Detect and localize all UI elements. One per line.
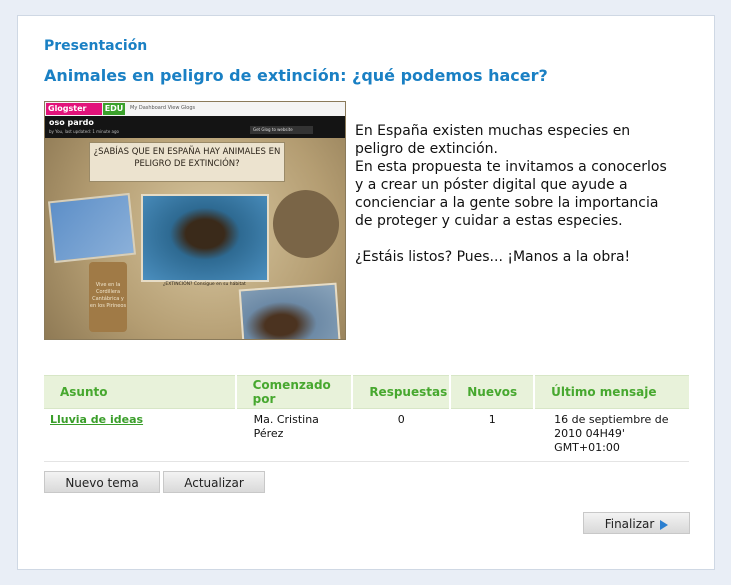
finish-label: Finalizar: [604, 517, 655, 531]
get-glog-button: Get Glog to website: [250, 126, 313, 134]
header-replies[interactable]: Respuestas: [352, 375, 452, 409]
topic-last-message: 16 de septiembre de 2010 04H49' GMT+01:0…: [534, 408, 689, 462]
arrow-right-icon: [660, 519, 669, 530]
description-paragraph-3: ¿Estáis listos? Pues... ¡Manos a la obra…: [355, 249, 631, 265]
header-subject[interactable]: Asunto: [44, 375, 237, 409]
glogster-nav: My Dashboard View Glogs: [130, 105, 196, 111]
glog-byline: by You, last updated: 1 minute ago: [49, 129, 119, 134]
activity-title: Animales en peligro de extinción: ¿qué p…: [44, 66, 548, 85]
description-paragraph-2: En esta propuesta te invitamos a conocer…: [355, 159, 667, 229]
topic-subject-cell: Lluvia de ideas: [44, 408, 236, 462]
description: En España existen muchas especies en pel…: [355, 122, 673, 266]
bear-small-photo: [238, 282, 342, 339]
poster-caption: ¿EXTINCIÓN? Consigue en su hábitat: [163, 282, 246, 287]
poster-question: ¿SABÍAS QUE EN ESPAÑA HAY ANIMALES EN PE…: [89, 142, 285, 182]
bear-photo: [141, 194, 269, 282]
table-header-row: Asunto Comenzado por Respuestas Nuevos Ú…: [44, 375, 689, 409]
glogster-logo: Glogster: [46, 103, 102, 115]
main-panel: Presentación Animales en peligro de exti…: [17, 15, 715, 570]
topic-link[interactable]: Lluvia de ideas: [50, 413, 143, 426]
topic-author: Ma. Cristina Pérez: [235, 408, 353, 462]
section-title: Presentación: [44, 38, 148, 54]
new-topic-button[interactable]: Nuevo tema: [44, 471, 160, 493]
spain-map-photo: [47, 192, 137, 264]
glog-name: oso pardo: [49, 118, 94, 127]
topic-new: 1: [450, 408, 535, 462]
refresh-button[interactable]: Actualizar: [163, 471, 265, 493]
finish-button[interactable]: Finalizar: [583, 512, 690, 534]
table-row: Lluvia de ideas Ma. Cristina Pérez 0 1 1…: [44, 408, 689, 462]
topics-table: Asunto Comenzado por Respuestas Nuevos Ú…: [44, 375, 689, 462]
habitat-tag: Vive en la Cordillera Cantábrica y en lo…: [89, 262, 127, 332]
edu-badge: EDU: [103, 103, 125, 115]
glog-poster-image: Glogster EDU My Dashboard View Glogs oso…: [44, 101, 346, 340]
topic-replies: 0: [352, 408, 451, 462]
header-started-by[interactable]: Comenzado por: [235, 375, 354, 409]
description-paragraph-1: En España existen muchas especies en pel…: [355, 123, 631, 157]
header-new[interactable]: Nuevos: [450, 375, 536, 409]
header-last-message[interactable]: Último mensaje: [534, 375, 689, 409]
